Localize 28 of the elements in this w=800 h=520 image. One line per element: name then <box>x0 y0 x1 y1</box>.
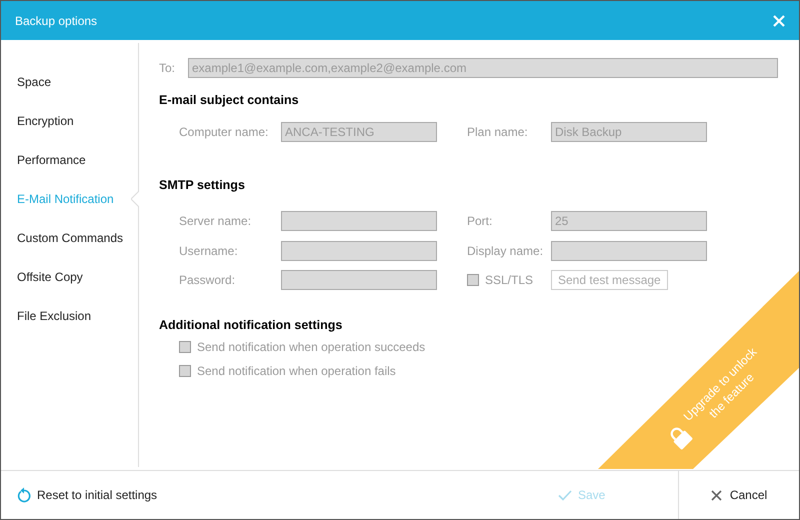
section-heading: Additional notification settings <box>159 317 344 334</box>
field-label: Server name: <box>179 213 252 230</box>
sidebar-item[interactable]: Offsite Copy <box>1 257 83 296</box>
reset-icon <box>17 487 31 503</box>
field-label: Password: <box>179 272 236 290</box>
checkbox-label: Send notification when operation fails <box>197 362 396 380</box>
to-label: To: <box>159 60 176 77</box>
sidebar-item[interactable]: File Exclusion <box>1 296 92 335</box>
field-label: Port: <box>467 213 494 230</box>
checkbox-label: Send notification when operation succeeds <box>197 338 426 356</box>
sidebar-item[interactable]: Custom Commands <box>1 218 124 257</box>
field-label: Display name: <box>467 242 544 260</box>
sidebar-item[interactable]: Performance <box>1 140 86 179</box>
field-label: Computer name: <box>179 124 270 141</box>
section-heading: SMTP settings <box>159 176 246 194</box>
check-icon <box>558 490 572 500</box>
field-label: Plan name: <box>467 124 529 141</box>
sidebar-item[interactable]: Encryption <box>1 101 74 140</box>
close-button[interactable] <box>771 12 787 28</box>
lock-icon <box>670 428 694 450</box>
reset-button[interactable]: Reset to initial settings <box>17 486 158 504</box>
field-label: Username: <box>179 242 239 260</box>
window-title: Backup options <box>15 12 98 30</box>
cancel-button[interactable]: Cancel <box>678 471 799 519</box>
checkbox-label: SSL/TLS <box>485 272 534 290</box>
close-icon <box>710 490 722 500</box>
sidebar-item[interactable]: Space <box>1 62 52 101</box>
section-heading: E-mail subject contains <box>159 92 300 109</box>
